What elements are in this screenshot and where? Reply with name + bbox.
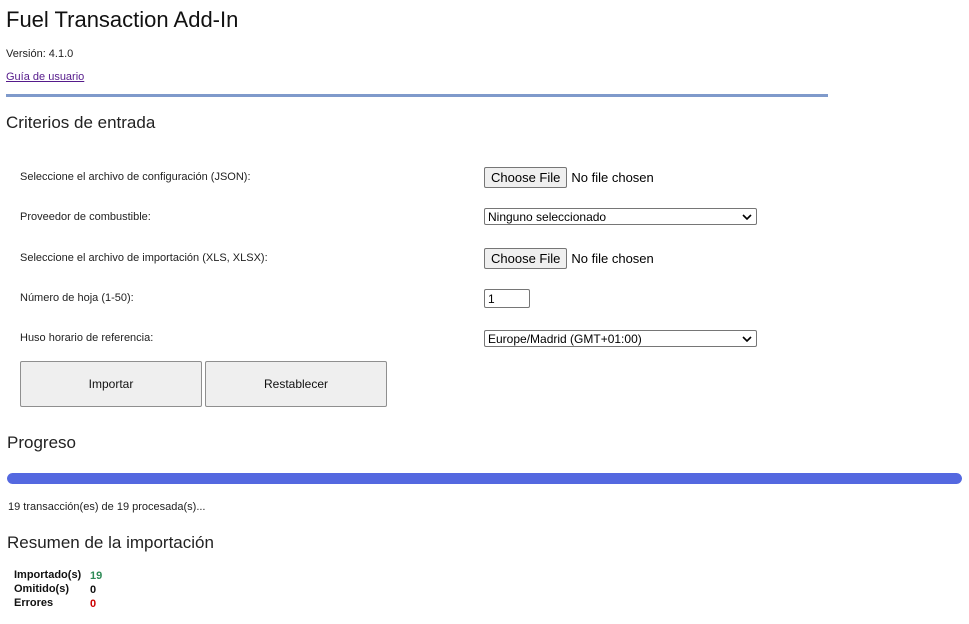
sheet-number-input[interactable]: 1 bbox=[484, 289, 530, 308]
config-file-input[interactable]: Choose File No file chosen bbox=[484, 167, 654, 188]
import-file-choose-button[interactable]: Choose File bbox=[484, 248, 568, 269]
import-file-status: No file chosen bbox=[571, 251, 654, 266]
summary-skipped-value: 0 bbox=[90, 584, 97, 596]
user-guide-link[interactable]: Guía de usuario bbox=[6, 71, 84, 83]
summary-skipped-label: Omitido(s) bbox=[14, 583, 69, 595]
fuel-provider-select[interactable]: Ninguno seleccionado bbox=[484, 208, 757, 225]
reset-button[interactable]: Restablecer bbox=[205, 361, 387, 407]
summary-imported-value: 19 bbox=[90, 570, 103, 582]
import-summary-title: Resumen de la importación bbox=[7, 533, 214, 552]
input-criteria-title: Criterios de entrada bbox=[6, 113, 156, 132]
header-divider bbox=[6, 94, 828, 97]
config-file-choose-button[interactable]: Choose File bbox=[484, 167, 568, 188]
fuel-provider-selected: Ninguno seleccionado bbox=[488, 209, 607, 224]
app-title: Fuel Transaction Add-In bbox=[6, 7, 239, 32]
config-file-status: No file chosen bbox=[571, 170, 654, 185]
chevron-down-icon bbox=[740, 331, 754, 346]
sheet-number-label: Número de hoja (1-50): bbox=[20, 292, 134, 304]
fuel-provider-label: Proveedor de combustible: bbox=[20, 211, 151, 223]
timezone-label: Huso horario de referencia: bbox=[20, 332, 154, 344]
import-file-input[interactable]: Choose File No file chosen bbox=[484, 248, 654, 269]
progress-title: Progreso bbox=[7, 433, 76, 452]
timezone-selected: Europe/Madrid (GMT+01:00) bbox=[488, 331, 642, 346]
summary-errors-label: Errores bbox=[14, 597, 54, 609]
summary-errors-value: 0 bbox=[90, 598, 97, 610]
config-file-label: Seleccione el archivo de configuración (… bbox=[20, 171, 251, 183]
timezone-select[interactable]: Europe/Madrid (GMT+01:00) bbox=[484, 330, 757, 347]
summary-imported-label: Importado(s) bbox=[14, 569, 82, 581]
progress-bar-fill bbox=[7, 473, 962, 484]
progress-bar bbox=[7, 473, 962, 484]
import-file-label: Seleccione el archivo de importación (XL… bbox=[20, 252, 268, 264]
chevron-down-icon bbox=[740, 209, 754, 224]
import-button[interactable]: Importar bbox=[20, 361, 202, 407]
version-label: Versión: 4.1.0 bbox=[6, 48, 74, 60]
progress-status-text: 19 transacción(es) de 19 procesada(s)... bbox=[8, 501, 206, 513]
